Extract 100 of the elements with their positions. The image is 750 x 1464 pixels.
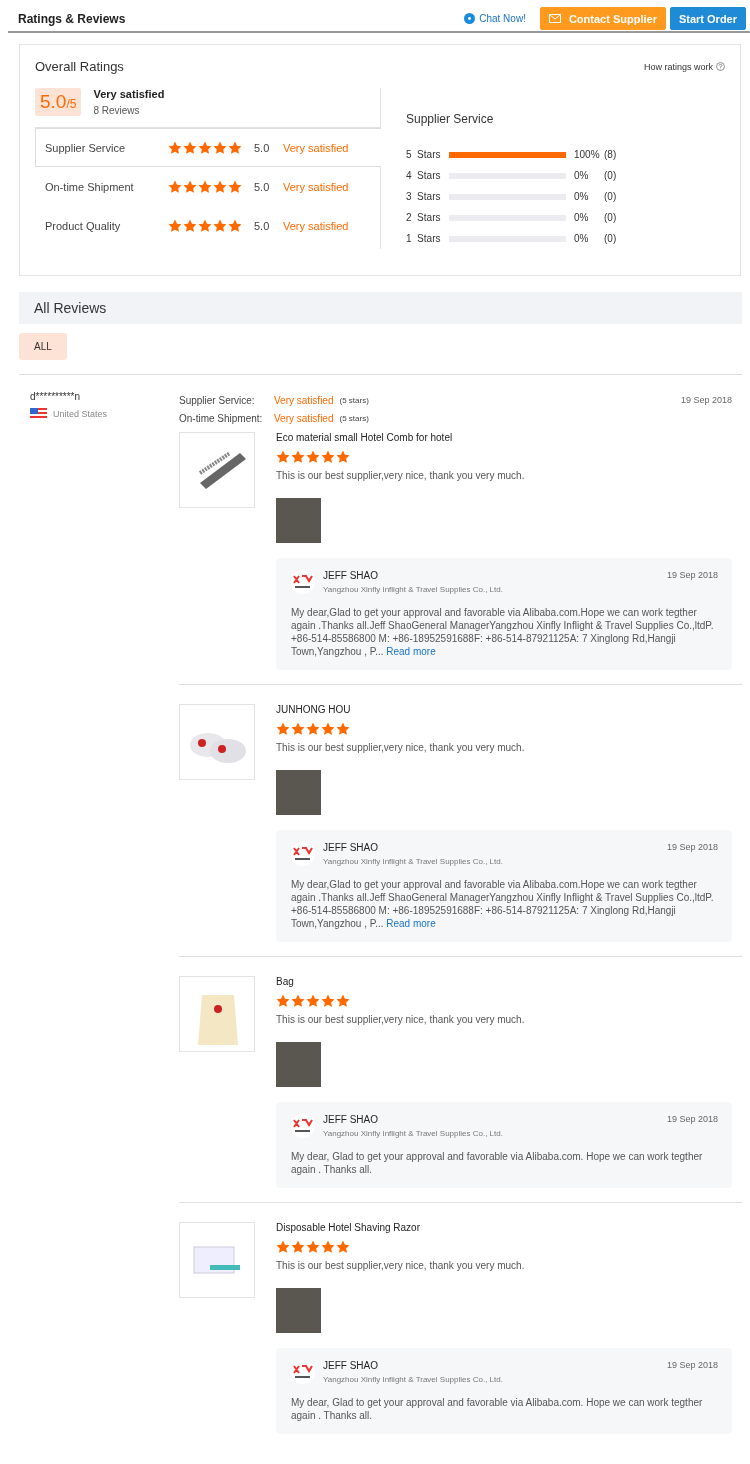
star-icon — [213, 179, 227, 194]
reply-date: 19 Sep 2018 — [666, 1360, 718, 1372]
star-icon — [306, 450, 320, 464]
star-icon — [198, 140, 212, 155]
star-icon — [276, 994, 290, 1008]
star-icon — [291, 1240, 305, 1254]
company-logo-icon — [291, 1114, 315, 1138]
star-icon — [336, 722, 350, 736]
product-thumbnail[interactable] — [179, 432, 255, 508]
product-title[interactable]: Bag — [276, 976, 742, 987]
reviewer-country: United States — [53, 409, 108, 419]
reply-date: 19 Sep 2018 — [666, 842, 718, 854]
reply-text: My dear,Glad to get your approval and favorable via Alibaba.com.Hope we can work tegther again .Thanks all.Jeff ShaoGeneral ManagerYangzhou Xinfly Inflight & Travel Supplies Co.,ltdP. +86-514-85586800 M: +86-18952591688F: +86-514-87921125A: 7 Xinglong Rd,Hangji Town,Yangzhou , P... Read more — [291, 878, 715, 930]
star-icon — [168, 218, 182, 233]
rating-verdict: Very satisfied — [274, 412, 334, 424]
how-ratings-link[interactable]: How ratings work — [643, 61, 725, 72]
reply-company: Yangzhou Xinfly Inflight & Travel Supplies Co., Ltd. — [323, 585, 503, 594]
category-verdict: Very satisfied — [283, 180, 349, 193]
category-name: Supplier Service — [45, 141, 127, 154]
rating-percent: 0% — [574, 212, 590, 223]
start-order-button[interactable]: Start Order — [669, 7, 746, 30]
rating-count: (8) — [604, 149, 617, 160]
rating-count: (0) — [604, 212, 617, 223]
rating-count: (0) — [604, 233, 617, 244]
review-date: 19 Sep 2018 — [680, 395, 733, 405]
star-icon — [276, 1240, 290, 1254]
star-icon — [213, 140, 227, 155]
star-icon — [228, 218, 242, 233]
review-comment: This is our best supplier,very nice, thank you very much. — [276, 1260, 526, 1271]
star-icon — [168, 179, 182, 194]
all-reviews-title: All Reviews — [34, 300, 107, 316]
reply-text: My dear, Glad to get your approval and favorable via Alibaba.com. Hope we can work tegther again . Thanks all. — [291, 1396, 704, 1422]
photo-placeholder[interactable] — [276, 498, 321, 543]
star-level-label: 3 Stars — [406, 191, 442, 202]
photo-placeholder[interactable] — [276, 1042, 321, 1087]
reply-date: 19 Sep 2018 — [666, 570, 718, 582]
star-icon — [183, 218, 197, 233]
overall-score: 5.0/5 — [35, 88, 82, 116]
star-icon — [276, 450, 290, 464]
review-comment: This is our best supplier,very nice, thank you very much. — [276, 470, 526, 481]
flag-icon — [30, 408, 47, 420]
star-icon — [321, 450, 335, 464]
category-name: On-time Shipment — [45, 180, 135, 193]
section-title: Ratings & Reviews — [18, 11, 127, 26]
reply-company: Yangzhou Xinfly Inflight & Travel Supplies Co., Ltd. — [323, 1129, 503, 1138]
star-icon — [336, 450, 350, 464]
reply-text: My dear,Glad to get your approval and favorable via Alibaba.com.Hope we can work tegther again .Thanks all.Jeff ShaoGeneral ManagerYangzhou Xinfly Inflight & Travel Supplies Co.,ltdP. +86-514-85586800 M: +86-18952591688F: +86-514-87921125A: 7 Xinglong Rd,Hangji Town,Yangzhou , P... Read more — [291, 606, 715, 658]
rating-percent: 0% — [574, 233, 590, 244]
review-count: 8 Reviews — [93, 105, 141, 116]
rating-label: On-time Shipment: — [179, 412, 264, 424]
photo-placeholder[interactable] — [276, 1288, 321, 1333]
star-icon — [321, 994, 335, 1008]
category-name: Product Quality — [45, 219, 122, 232]
product-title[interactable]: Eco material small Hotel Comb for hotel — [276, 432, 742, 443]
star-icon — [228, 179, 242, 194]
rating-count: (0) — [604, 191, 617, 202]
star-icon — [306, 1240, 320, 1254]
rating-percent: 0% — [574, 191, 590, 202]
reviewer-name: d**********n — [30, 391, 82, 402]
star-icon — [168, 140, 182, 155]
category-score: 5.0 — [254, 219, 269, 232]
product-title[interactable]: Disposable Hotel Shaving Razor — [276, 1222, 742, 1233]
filter-tab[interactable]: ALL — [19, 333, 67, 360]
reply-text: My dear, Glad to get your approval and favorable via Alibaba.com. Hope we can work tegther again . Thanks all. — [291, 1150, 704, 1176]
review-comment: This is our best supplier,very nice, thank you very much. — [276, 1014, 526, 1025]
company-logo-icon — [291, 570, 315, 594]
star-level-label: 2 Stars — [406, 212, 442, 223]
mail-icon — [548, 14, 561, 23]
product-thumbnail[interactable] — [179, 704, 255, 780]
product-title[interactable]: JUNHONG HOU — [276, 704, 742, 715]
star-level-label: 1 Stars — [406, 233, 442, 244]
category-score: 5.0 — [254, 180, 269, 193]
product-thumbnail[interactable] — [179, 976, 255, 1052]
star-level-label: 4 Stars — [406, 170, 442, 181]
reply-author: JEFF SHAO — [323, 1360, 379, 1371]
help-icon — [716, 62, 725, 71]
photo-placeholder[interactable] — [276, 770, 321, 815]
product-thumbnail[interactable] — [179, 1222, 255, 1298]
star-level-label: 5 Stars — [406, 149, 442, 160]
reply-author: JEFF SHAO — [323, 570, 379, 581]
star-icon — [336, 1240, 350, 1254]
star-icon — [198, 179, 212, 194]
star-icon — [276, 722, 290, 736]
rating-percent: 0% — [574, 170, 590, 181]
star-icon — [213, 218, 227, 233]
star-icon — [291, 450, 305, 464]
reply-date: 19 Sep 2018 — [666, 1114, 718, 1126]
rating-verdict: Very satisfied — [274, 394, 334, 406]
chat-link[interactable]: Chat Now! — [464, 13, 526, 24]
rating-count: (0) — [604, 170, 617, 181]
rating-stars-text: (5 stars) — [339, 413, 369, 423]
rating-label: Supplier Service: — [179, 394, 256, 406]
reply-company: Yangzhou Xinfly Inflight & Travel Supplies Co., Ltd. — [323, 857, 503, 866]
breakdown-title: Supplier Service — [406, 112, 495, 126]
company-logo-icon — [291, 1360, 315, 1384]
read-more-link[interactable]: Read more — [386, 918, 436, 929]
star-icon — [183, 140, 197, 155]
star-icon — [336, 994, 350, 1008]
read-more-link[interactable]: Read more — [386, 646, 436, 657]
reply-author: JEFF SHAO — [323, 1114, 379, 1125]
